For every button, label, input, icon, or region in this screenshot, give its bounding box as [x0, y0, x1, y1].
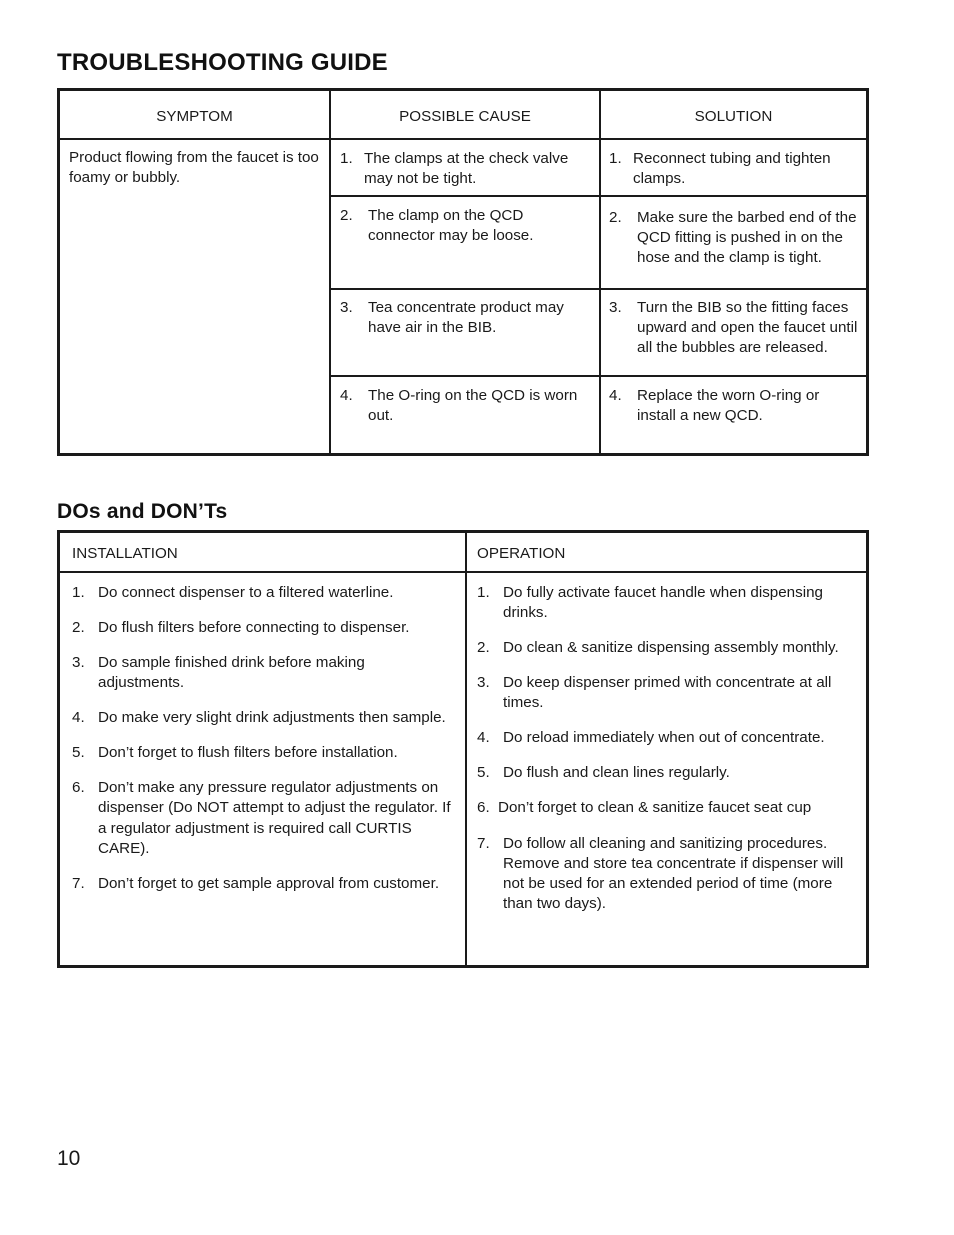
list-item: 6. Don’t make any pressure regulator adj… — [72, 778, 454, 858]
cause-text-1: The clamps at the check valve may not be… — [364, 150, 569, 188]
list-item: 2. Do flush filters before connecting to… — [72, 618, 454, 638]
dos-and-donts-table: INSTALLATION OPERATION 1. Do connect dis… — [57, 530, 869, 968]
solution-text-2: Make sure the barbed end of the QCD fitt… — [637, 209, 857, 267]
installation-item-text-4: Do make very slight drink adjustments th… — [98, 709, 446, 727]
list-item: 6. Don’t forget to clean & sanitize fauc… — [477, 798, 857, 818]
operation-item-text-3: Do keep dispenser primed with concentrat… — [503, 674, 832, 712]
column-header-installation: INSTALLATION — [72, 545, 178, 562]
symptom-cell: Product flowing from the faucet is too f… — [69, 149, 319, 187]
installation-item-number-6: 6. — [72, 779, 85, 797]
troubleshooting-guide-heading: TROUBLESHOOTING GUIDE — [57, 49, 388, 76]
solution-number-4: 4. — [609, 387, 622, 404]
cause-cell-4: 4. The O-ring on the QCD is worn out. — [340, 386, 596, 426]
operation-item-text-6: Don’t forget to clean & sanitize faucet … — [498, 799, 812, 817]
page-number: 10 — [57, 1147, 81, 1170]
installation-item-number-3: 3. — [72, 654, 85, 672]
installation-item-text-1: Do connect dispenser to a filtered water… — [98, 584, 394, 601]
installation-item-text-5: Don’t forget to flush filters before ins… — [98, 744, 398, 762]
list-item: 5. Do flush and clean lines regularly. — [477, 763, 857, 783]
list-item: 1. Do fully activate faucet handle when … — [477, 583, 857, 623]
solution-cell-2: 2. Make sure the barbed end of the QCD f… — [609, 208, 864, 268]
installation-item-text-2: Do flush filters before connecting to di… — [98, 619, 410, 637]
operation-item-number-3: 3. — [477, 674, 490, 692]
list-item: 1. Do connect dispenser to a filtered wa… — [72, 583, 454, 603]
column-header-possible-cause: POSSIBLE CAUSE — [399, 108, 531, 125]
list-item: 7. Do follow all cleaning and sanitizing… — [477, 834, 857, 914]
cause-cell-3: 3. Tea concentrate product may have air … — [340, 298, 592, 338]
list-item: 3. Do keep dispenser primed with concent… — [477, 673, 857, 713]
column-header-operation: OPERATION — [477, 545, 566, 562]
installation-item-text-6: Don’t make any pressure regulator adjust… — [98, 779, 451, 857]
cause-number-3: 3. — [340, 299, 353, 316]
table-row-divider-2 — [329, 288, 866, 290]
list-item: 4. Do make very slight drink adjustments… — [72, 708, 454, 728]
cause-cell-1: 1. The clamps at the check valve may not… — [340, 149, 592, 189]
solution-cell-1: 1. Reconnect tubing and tighten clamps. — [609, 149, 861, 189]
cause-cell-2: 2. The clamp on the QCD connector may be… — [340, 206, 592, 246]
installation-item-number-1: 1. — [72, 584, 85, 601]
installation-list: 1. Do connect dispenser to a filtered wa… — [72, 583, 454, 894]
dd-header-divider — [60, 571, 866, 573]
table-row-divider-1 — [329, 195, 866, 197]
troubleshooting-table: SYMPTOM POSSIBLE CAUSE SOLUTION Product … — [57, 88, 869, 456]
cause-number-4: 4. — [340, 387, 353, 404]
table-header-divider — [60, 138, 866, 140]
list-item: 3. Do sample finished drink before makin… — [72, 653, 454, 693]
cause-text-3: Tea concentrate product may have air in … — [368, 299, 564, 337]
solution-cell-3: 3. Turn the BIB so the fitting faces upw… — [609, 298, 861, 358]
installation-item-number-7: 7. — [72, 874, 85, 892]
cause-text-4: The O-ring on the QCD is worn out. — [368, 387, 578, 425]
solution-number-2: 2. — [609, 209, 622, 226]
operation-list: 1. Do fully activate faucet handle when … — [477, 583, 857, 914]
cause-number-1: 1. — [340, 150, 353, 167]
solution-text-4: Replace the worn O-ring or install a new… — [637, 387, 820, 425]
installation-item-text-7: Don’t forget to get sample approval from… — [98, 874, 440, 892]
operation-item-number-1: 1. — [477, 584, 490, 601]
operation-item-number-6: 6. — [477, 799, 490, 817]
column-header-solution: SOLUTION — [694, 108, 773, 125]
solution-number-3: 3. — [609, 299, 622, 316]
cause-number-2: 2. — [340, 207, 353, 224]
operation-item-text-2: Do clean & sanitize dispensing assembly … — [503, 639, 839, 657]
installation-item-number-2: 2. — [72, 619, 85, 637]
solution-number-1: 1. — [609, 150, 622, 167]
column-header-symptom: SYMPTOM — [156, 108, 233, 125]
solution-text-3: Turn the BIB so the fitting faces upward… — [637, 299, 858, 357]
operation-item-text-1: Do fully activate faucet handle when dis… — [503, 584, 823, 622]
solution-cell-4: 4. Replace the worn O-ring or install a … — [609, 386, 861, 426]
list-item: 5. Don’t forget to flush filters before … — [72, 743, 454, 763]
dd-column-divider — [465, 533, 467, 965]
operation-item-number-2: 2. — [477, 639, 490, 657]
solution-text-1: Reconnect tubing and tighten clamps. — [633, 150, 831, 188]
operation-item-number-5: 5. — [477, 764, 490, 782]
list-item: 2. Do clean & sanitize dispensing assemb… — [477, 638, 857, 658]
table-column-divider-1 — [329, 91, 331, 453]
operation-item-text-7: Do follow all cleaning and sanitizing pr… — [503, 834, 844, 912]
installation-item-number-4: 4. — [72, 709, 85, 727]
cause-text-2: The clamp on the QCD connector may be lo… — [368, 207, 534, 245]
table-row-divider-3 — [329, 375, 866, 377]
operation-item-text-4: Do reload immediately when out of concen… — [503, 729, 825, 747]
list-item: 7. Don’t forget to get sample approval f… — [72, 874, 454, 894]
table-column-divider-2 — [599, 91, 601, 453]
installation-item-text-3: Do sample finished drink before making a… — [98, 654, 365, 692]
installation-item-number-5: 5. — [72, 744, 85, 762]
dos-and-donts-heading: DOs and DON’Ts — [57, 500, 228, 523]
operation-item-text-5: Do flush and clean lines regularly. — [503, 764, 730, 782]
operation-item-number-4: 4. — [477, 729, 490, 747]
list-item: 4. Do reload immediately when out of con… — [477, 728, 857, 748]
operation-item-number-7: 7. — [477, 834, 490, 852]
document-page: TROUBLESHOOTING GUIDE SYMPTOM POSSIBLE C… — [0, 0, 954, 1235]
